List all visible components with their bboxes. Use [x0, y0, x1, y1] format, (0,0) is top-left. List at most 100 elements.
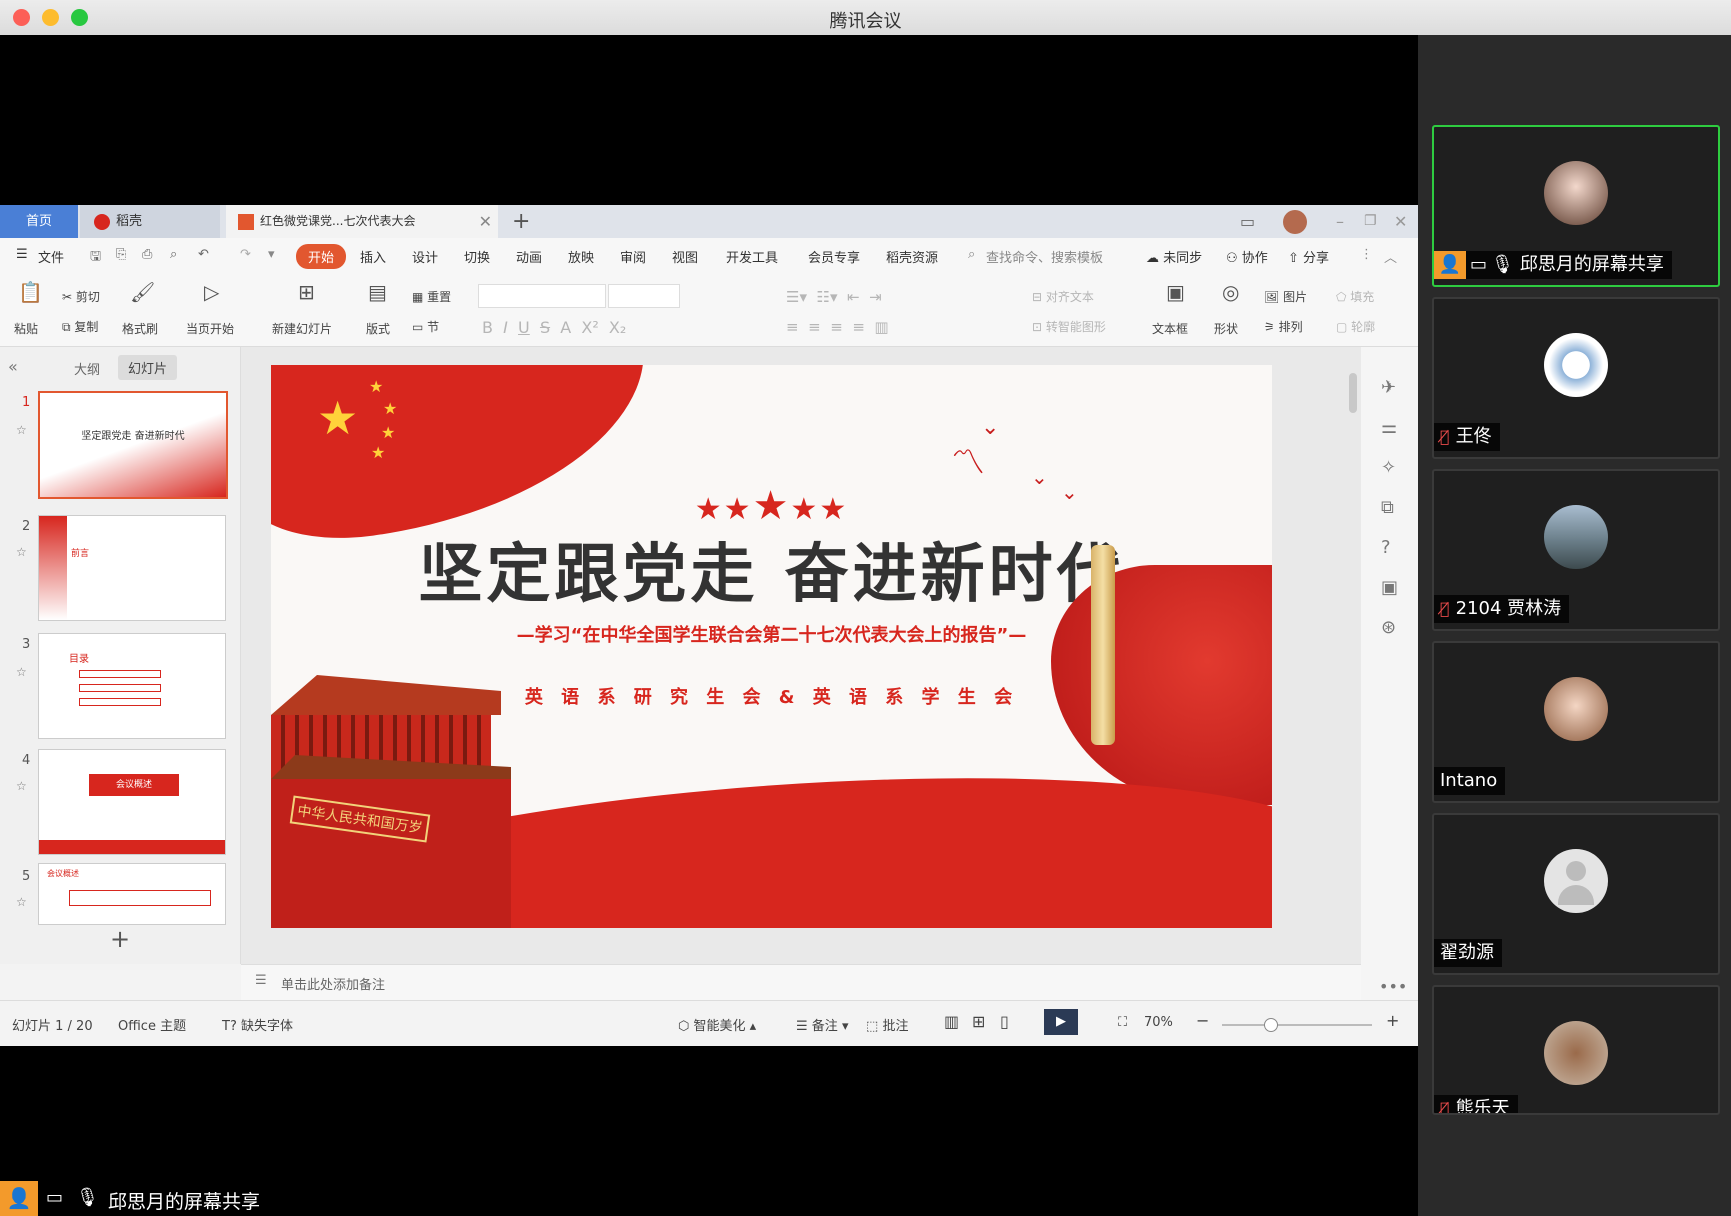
more-options-icon[interactable]: ••• [1379, 977, 1407, 996]
redo-icon[interactable]: ↷ [240, 247, 251, 262]
normal-view-icon[interactable]: ▥ [944, 1012, 959, 1031]
undo-icon[interactable]: ↶ [198, 247, 209, 262]
print-icon[interactable]: ⎙ [142, 247, 152, 262]
panel-tab-outline[interactable]: 大纲 [74, 359, 100, 378]
format-painter-label[interactable]: 格式刷 [122, 320, 158, 337]
convert-smartart-button[interactable]: ⊡ 转智能图形 [1032, 318, 1106, 335]
section-button[interactable]: ▭ 节 [412, 318, 439, 335]
list-buttons[interactable]: ☰▾ ☷▾ ⇤ ⇥ [786, 288, 882, 306]
new-slide-label[interactable]: 新建幻灯片 [272, 320, 332, 337]
zoom-slider-thumb[interactable] [1264, 1018, 1278, 1032]
panel-tab-slides[interactable]: 幻灯片 [118, 355, 178, 380]
participant-tile[interactable]: 🎙̸ 王佟 [1432, 297, 1720, 459]
tab-home[interactable]: 首页 [0, 205, 78, 238]
participant-tile[interactable]: 🎙̸ 2104 贾林涛 [1432, 469, 1720, 631]
font-size-select[interactable] [608, 284, 680, 308]
preview-icon[interactable]: ⌕ [170, 247, 177, 262]
paste-icon[interactable]: 📋 [18, 280, 43, 304]
zoom-slider[interactable] [1222, 1024, 1372, 1026]
from-current-label[interactable]: 当页开始 [186, 320, 234, 337]
shape-icon[interactable]: ◎ [1222, 280, 1239, 304]
transition-icon[interactable]: ⧉ [1381, 497, 1394, 518]
save-icon[interactable]: 🖫 [90, 247, 101, 269]
design-icon[interactable]: ✈ [1381, 377, 1396, 398]
hamburger-icon[interactable]: ☰ [16, 247, 28, 262]
menu-tab-view[interactable]: 视图 [672, 247, 698, 266]
menu-tab-docer-resources[interactable]: 稻壳资源 [886, 247, 938, 266]
help-icon[interactable]: ? [1381, 537, 1391, 558]
collapse-panel-icon[interactable]: « [8, 357, 18, 376]
backup-icon[interactable]: ⊛ [1381, 617, 1396, 638]
arrange-button[interactable]: ⚞ 排列 [1264, 318, 1303, 335]
paste-label[interactable]: 粘贴 [14, 320, 38, 337]
beautify-button[interactable]: ⬡ 智能美化 ▴ [678, 1015, 756, 1034]
collab-button[interactable]: ⚇ 协作 [1226, 247, 1268, 266]
share-button[interactable]: ⇧ 分享 [1288, 247, 1329, 266]
thumbnail-slide-5[interactable]: 会议概述 [38, 863, 226, 925]
menu-tab-animation[interactable]: 动画 [516, 247, 542, 266]
close-icon[interactable]: ✕ [1394, 205, 1407, 238]
menu-tab-slideshow[interactable]: 放映 [568, 247, 594, 266]
fill-button[interactable]: ⬠ 填充 [1336, 288, 1374, 305]
thumbnail-slide-2[interactable]: 前言 [38, 515, 226, 621]
menu-tab-member[interactable]: 会员专享 [808, 247, 860, 266]
image-tools-icon[interactable]: ▣ [1381, 577, 1398, 598]
layout-icon[interactable]: ▤ [368, 280, 387, 304]
zoom-out-button[interactable]: − [1196, 1011, 1209, 1030]
export-icon[interactable]: ⎘ [116, 247, 126, 262]
sync-status[interactable]: ☁ 未同步 [1146, 247, 1202, 266]
fit-window-icon[interactable]: ⛶ [1118, 1015, 1127, 1030]
missing-font-button[interactable]: T? 缺失字体 [222, 1015, 293, 1034]
menu-file[interactable]: 文件 [38, 247, 64, 266]
cut-button[interactable]: ✂ 剪切 [62, 288, 100, 305]
menu-tab-design[interactable]: 设计 [412, 247, 438, 266]
customize-icon[interactable]: ▾ [268, 247, 275, 262]
font-style-buttons[interactable]: B I U S A X² X₂ [482, 318, 626, 337]
collapse-ribbon-icon[interactable]: ︿ [1384, 247, 1397, 266]
notes-toggle[interactable]: ☰ 备注 ▾ [796, 1015, 848, 1034]
menu-tab-review[interactable]: 审阅 [620, 247, 646, 266]
slideshow-button[interactable]: ▶ [1044, 1009, 1078, 1035]
reset-button[interactable]: ▦ 重置 [412, 288, 451, 305]
thumbnail-slide-4[interactable]: 会议概述 [38, 749, 226, 855]
align-buttons[interactable]: ≡ ≡ ≡ ≡ ▥ [786, 318, 889, 336]
zoom-in-button[interactable]: + [1386, 1011, 1399, 1030]
participant-tile[interactable]: 👤 ▭ 🎙 邱思月的屏幕共享 [1432, 125, 1720, 287]
restore-icon[interactable]: ❐ [1364, 205, 1377, 238]
participant-tile[interactable]: Intano [1432, 641, 1720, 803]
comment-toggle[interactable]: ⬚ 批注 [866, 1015, 908, 1034]
layout-label[interactable]: 版式 [366, 320, 390, 337]
zoom-level[interactable]: 70% [1144, 1015, 1173, 1030]
new-tab-button[interactable]: + [512, 205, 536, 238]
copy-button[interactable]: ⧉ 复制 [62, 318, 98, 335]
menu-tab-start[interactable]: 开始 [296, 244, 347, 269]
command-search[interactable]: 查找命令、搜索模板 [986, 247, 1103, 266]
thumbnail-slide-1[interactable]: 坚定跟党走 奋进新时代 [38, 391, 228, 499]
play-icon[interactable]: ▷ [204, 280, 219, 304]
notes-pane[interactable]: ☰ 单击此处添加备注 [241, 964, 1361, 1001]
outline-button[interactable]: ▢ 轮廓 [1336, 318, 1375, 335]
tab-document[interactable]: 红色微党课党...七次代表大会 ✕ [226, 205, 498, 238]
properties-icon[interactable]: ⚌ [1381, 417, 1397, 438]
minimize-icon[interactable]: – [1336, 205, 1344, 238]
menu-tab-transition[interactable]: 切换 [464, 247, 490, 266]
tab-docer[interactable]: 稻壳 [80, 205, 220, 238]
participant-tile[interactable]: 🎙̸ 熊乐天 [1432, 985, 1720, 1115]
current-slide[interactable]: ★ ★ ★ ★ ★ ⌄ 〽 ⌄ ⌄ ★★★★★ 坚定跟党走 奋进新时代 —学习“… [271, 365, 1272, 928]
thumbnail-slide-3[interactable]: 目录 [38, 633, 226, 739]
menu-tab-developer[interactable]: 开发工具 [726, 247, 778, 266]
textbox-label[interactable]: 文本框 [1152, 320, 1188, 337]
user-avatar[interactable] [1283, 210, 1307, 234]
participant-tile[interactable]: 翟劲源 [1432, 813, 1720, 975]
add-slide-icon[interactable]: + [110, 925, 130, 953]
more-icon[interactable]: ⋮ [1360, 247, 1373, 262]
window-layout-icon[interactable]: ▭ [1240, 205, 1264, 238]
menu-tab-insert[interactable]: 插入 [360, 247, 386, 266]
animation-icon[interactable]: ✧ [1381, 457, 1396, 478]
align-text-button[interactable]: ⊟ 对齐文本 [1032, 288, 1094, 305]
reading-view-icon[interactable]: ▯ [1000, 1012, 1009, 1031]
vertical-scrollbar[interactable] [1349, 373, 1357, 413]
font-name-select[interactable] [478, 284, 606, 308]
picture-button[interactable]: 🖼 图片 [1264, 288, 1307, 305]
format-painter-icon[interactable]: 🖌 [130, 280, 155, 304]
